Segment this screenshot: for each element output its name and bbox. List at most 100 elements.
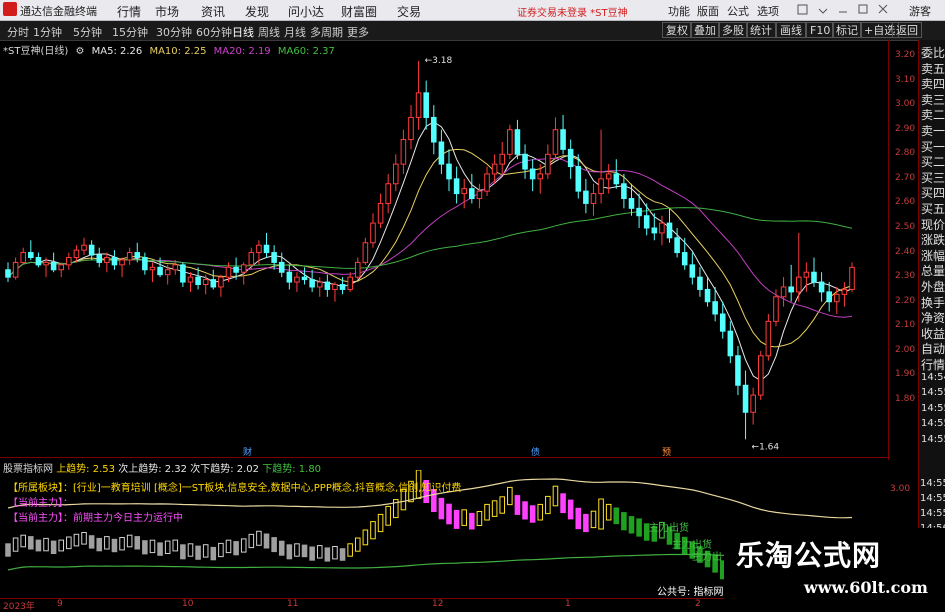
login-alert[interactable]: 证券交易未登录 *ST豆神 <box>517 4 628 19</box>
candle[interactable] <box>605 164 612 194</box>
side-label[interactable]: 换手 <box>921 294 945 311</box>
candle[interactable] <box>393 154 399 192</box>
candle[interactable] <box>727 321 734 364</box>
period-more[interactable]: 更多 <box>347 24 369 40</box>
side-label[interactable]: 卖三 <box>921 91 945 108</box>
candle[interactable] <box>332 282 338 302</box>
candle[interactable] <box>514 119 521 160</box>
candle[interactable] <box>499 142 506 174</box>
candle[interactable] <box>681 237 688 270</box>
candle[interactable] <box>218 274 224 297</box>
period-15min[interactable]: 15分钟 <box>112 24 148 40</box>
side-label[interactable]: 14:55 <box>921 418 945 429</box>
candle[interactable] <box>96 247 103 268</box>
side-label[interactable]: 涨幅 <box>921 247 945 264</box>
candle[interactable] <box>415 60 422 130</box>
candle[interactable] <box>567 139 574 179</box>
multi-stock-button[interactable]: 多股 <box>718 22 748 38</box>
candle[interactable] <box>735 345 741 396</box>
candle[interactable] <box>476 183 483 209</box>
menu-function[interactable]: 功能 <box>668 3 690 19</box>
candle[interactable] <box>849 262 855 292</box>
candle[interactable] <box>362 237 369 265</box>
period-60min[interactable]: 60分钟 <box>196 24 232 40</box>
candle[interactable] <box>35 252 42 268</box>
candle[interactable] <box>704 277 711 307</box>
candle[interactable] <box>560 114 566 155</box>
candle[interactable] <box>719 301 726 339</box>
quote-side-panel[interactable]: 委比 卖五 卖四 卖三 卖二 卖一 买一 买二 买三 买四 买五 现价 涨跌 涨幅 总量 外盘 换手 净资 收益 自动… <box>918 40 945 460</box>
candle[interactable] <box>408 105 414 150</box>
menu-quotes[interactable]: 行情 <box>117 3 141 20</box>
candle[interactable] <box>58 262 65 278</box>
candle[interactable] <box>507 124 513 160</box>
side-label[interactable]: 买五 <box>921 200 945 217</box>
candle[interactable] <box>613 159 620 189</box>
menu-market[interactable]: 市场 <box>155 3 179 20</box>
side-label[interactable]: 14:55 <box>921 387 945 398</box>
candle[interactable] <box>119 257 125 278</box>
adjust-button[interactable]: 复权 <box>662 22 692 38</box>
menu-formula[interactable]: 公式 <box>727 3 749 19</box>
candle[interactable] <box>689 252 696 285</box>
side-label[interactable]: 卖二 <box>921 106 945 123</box>
period-5min[interactable]: 5分钟 <box>73 24 102 40</box>
candle[interactable] <box>461 178 467 209</box>
candle[interactable] <box>385 173 391 214</box>
period-1min[interactable]: 1分钟 <box>33 24 62 40</box>
menu-guest[interactable]: 游客 <box>909 3 931 19</box>
candle[interactable] <box>423 80 429 130</box>
candle[interactable] <box>111 250 118 270</box>
candle[interactable] <box>400 129 407 174</box>
candle[interactable] <box>666 208 673 243</box>
candle[interactable] <box>841 282 848 307</box>
candle[interactable] <box>742 370 749 440</box>
candle[interactable] <box>552 117 559 160</box>
candle[interactable] <box>187 272 194 292</box>
candle[interactable] <box>811 257 817 287</box>
candle[interactable] <box>20 247 26 265</box>
side-label[interactable]: 14:54 <box>921 372 945 383</box>
candle[interactable] <box>697 267 703 297</box>
overlay-button[interactable]: 叠加 <box>690 22 720 38</box>
side-label[interactable]: 外盘 <box>921 278 945 295</box>
layout-icon[interactable] <box>797 4 808 15</box>
period-30min[interactable]: 30分钟 <box>156 24 192 40</box>
candle[interactable] <box>598 129 604 204</box>
side-label[interactable]: 涨跌 <box>921 231 945 248</box>
candle[interactable] <box>469 173 475 204</box>
candle[interactable] <box>12 257 19 280</box>
candle[interactable] <box>324 274 331 297</box>
candle[interactable] <box>826 282 832 312</box>
menu-news[interactable]: 资讯 <box>201 3 225 20</box>
candle[interactable] <box>210 269 217 290</box>
candle[interactable] <box>583 178 589 214</box>
candle[interactable] <box>545 144 551 179</box>
candle[interactable] <box>370 213 376 248</box>
candle[interactable] <box>248 247 255 270</box>
side-label[interactable]: 14:55 <box>921 434 945 445</box>
side-label[interactable]: 自动 <box>921 340 945 357</box>
candle[interactable] <box>240 262 247 285</box>
candle[interactable] <box>263 232 270 258</box>
candle[interactable] <box>294 272 300 292</box>
candle[interactable] <box>309 269 315 292</box>
side-label[interactable]: 净资 <box>921 309 945 326</box>
candle[interactable] <box>818 272 825 302</box>
side-label[interactable]: 买四 <box>921 184 945 201</box>
period-intraday[interactable]: 分时 <box>7 24 29 40</box>
candle[interactable] <box>142 252 148 275</box>
candle[interactable] <box>773 289 779 327</box>
chevron-down-icon[interactable] <box>818 8 828 14</box>
side-label[interactable]: 卖四 <box>921 75 945 92</box>
side-label[interactable]: 卖一 <box>921 122 945 139</box>
candle[interactable] <box>5 262 11 283</box>
candle[interactable] <box>757 350 764 400</box>
menu-trade[interactable]: 交易 <box>397 3 421 20</box>
mark-button[interactable]: 标记 <box>832 22 862 38</box>
period-weekly[interactable]: 周线 <box>258 24 280 40</box>
menu-ask[interactable]: 问小达 <box>288 3 324 20</box>
side-label[interactable]: 总量 <box>921 262 945 279</box>
candle[interactable] <box>347 272 353 292</box>
side-label[interactable]: 委比 <box>921 44 945 61</box>
